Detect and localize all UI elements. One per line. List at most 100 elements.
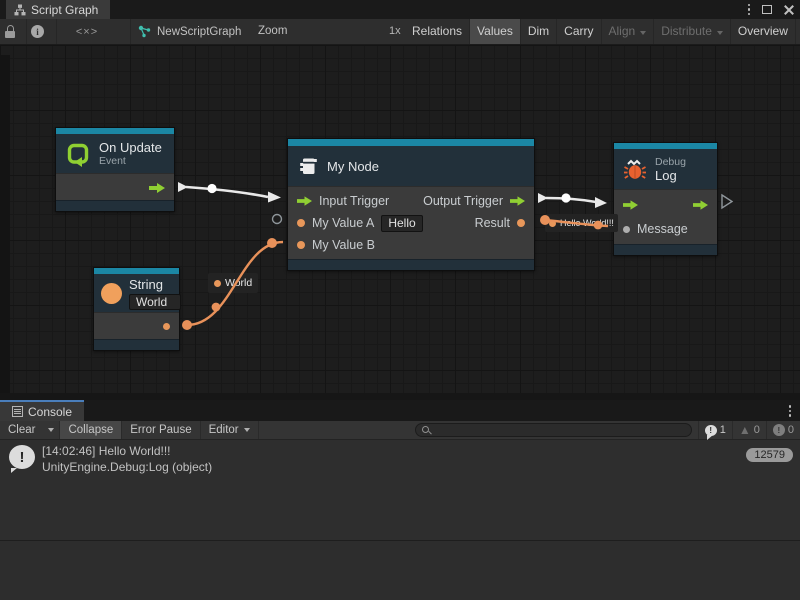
console-detail-pane <box>0 541 800 600</box>
console-search-input[interactable] <box>415 423 692 437</box>
window-menu-icon[interactable] <box>748 4 751 16</box>
node-subtitle: Event <box>99 155 162 167</box>
zoom-value: 1x <box>389 19 401 44</box>
port-label: My Value A <box>312 216 374 230</box>
warning-icon: ▲ <box>739 424 751 436</box>
tab-script-graph[interactable]: Script Graph <box>6 0 110 19</box>
info-icon[interactable]: i <box>31 25 44 38</box>
console-log-list: ! [14:02:46] Hello World!!! UnityEngine.… <box>0 440 800 540</box>
chevron-down-icon <box>717 31 723 35</box>
log-collapse-count: 12579 <box>746 448 793 462</box>
value-a-field[interactable]: Hello <box>381 215 422 232</box>
console-tab-bar: Console <box>0 400 800 421</box>
fullscreen-button[interactable]: Full S <box>796 19 800 44</box>
code-view-toggle[interactable] <box>62 19 112 44</box>
node-my-node[interactable]: My Node Input Trigger Output Trigger My … <box>287 138 535 271</box>
wire-value: Hello World!!! <box>560 218 614 228</box>
value-input-port[interactable] <box>623 226 630 233</box>
graph-toolbar: i NewScriptGraph Zoom 1x Relations Value… <box>0 19 800 45</box>
trigger-input-port[interactable] <box>297 196 312 206</box>
graph-reference[interactable]: NewScriptGraph <box>138 19 241 44</box>
collapse-button[interactable]: Collapse <box>60 421 122 439</box>
clear-button[interactable]: Clear <box>0 421 43 439</box>
clear-dropdown-button[interactable] <box>43 421 60 439</box>
log-entry-text: [14:02:46] Hello World!!! UnityEngine.De… <box>42 443 212 475</box>
window-tab-bar: Script Graph <box>0 0 800 19</box>
string-type-icon <box>101 283 122 304</box>
log-message: [14:02:46] Hello World!!! <box>42 443 212 459</box>
canvas-edge-strip <box>0 55 10 393</box>
error-count-badge[interactable]: ! 0 <box>766 421 800 439</box>
window-controls <box>748 0 795 19</box>
wire-value: World <box>225 277 252 289</box>
search-icon <box>422 426 431 435</box>
graph-hierarchy-icon <box>14 4 26 16</box>
value-input-port[interactable] <box>297 241 305 249</box>
tab-label: Console <box>28 405 72 419</box>
string-value-field[interactable]: World <box>129 294 181 310</box>
node-on-update[interactable]: On Update Event <box>55 127 175 212</box>
custom-node-icon <box>297 155 319 177</box>
node-string-literal[interactable]: String World <box>93 267 180 351</box>
maximize-icon[interactable] <box>762 5 772 14</box>
values-button[interactable]: Values <box>470 19 521 44</box>
wire-value-bubble: World <box>208 273 258 293</box>
warning-count-badge[interactable]: ▲ 0 <box>732 421 766 439</box>
graph-canvas[interactable]: On Update Event My Node <box>0 45 800 400</box>
log-stacktrace: UnityEngine.Debug:Log (object) <box>42 459 212 475</box>
port-label: My Value B <box>312 238 375 252</box>
value-output-port[interactable] <box>163 323 170 330</box>
editor-dropdown[interactable]: Editor <box>201 421 259 439</box>
port-label: Result <box>475 216 510 230</box>
node-category: Debug <box>655 156 686 168</box>
value-output-port[interactable] <box>517 219 525 227</box>
log-entry-row[interactable]: ! [14:02:46] Hello World!!! UnityEngine.… <box>0 440 800 477</box>
value-input-port[interactable] <box>297 219 305 227</box>
console-panel: Console Clear Collapse Error Pause Edito… <box>0 400 800 600</box>
carry-button[interactable]: Carry <box>557 19 601 44</box>
tab-label: Script Graph <box>31 3 98 17</box>
zoom-label: Zoom <box>258 19 287 44</box>
panel-menu-icon[interactable] <box>789 405 792 417</box>
trigger-output-port[interactable] <box>693 200 708 210</box>
value-dot-icon <box>549 220 556 227</box>
console-toolbar: Clear Collapse Error Pause Editor ! 1 ▲ … <box>0 421 800 440</box>
dim-button[interactable]: Dim <box>521 19 557 44</box>
trigger-input-port[interactable] <box>623 200 638 210</box>
node-debug-log[interactable]: Debug Log Message <box>613 142 718 256</box>
port-label: Message <box>637 222 688 236</box>
close-icon[interactable] <box>784 5 794 15</box>
node-footer <box>288 259 534 270</box>
node-footer <box>614 244 717 255</box>
trigger-output-port[interactable] <box>510 196 525 206</box>
lock-icon[interactable] <box>5 25 15 38</box>
node-title: String <box>129 277 181 292</box>
value-dot-icon <box>214 280 221 287</box>
node-title: My Node <box>327 159 379 174</box>
chevron-down-icon <box>244 428 250 432</box>
relations-button[interactable]: Relations <box>405 19 470 44</box>
log-info-icon: ! <box>9 445 35 469</box>
graph-name: NewScriptGraph <box>157 26 241 38</box>
console-count-badges: ! 1 ▲ 0 ! 0 <box>698 421 800 439</box>
distribute-button[interactable]: Distribute <box>654 19 731 44</box>
overview-button[interactable]: Overview <box>731 19 796 44</box>
tab-console[interactable]: Console <box>0 400 84 421</box>
port-label: Output Trigger <box>423 194 503 208</box>
error-pause-button[interactable]: Error Pause <box>122 421 200 439</box>
graph-asset-icon <box>138 25 151 38</box>
node-accent-bar <box>288 139 534 146</box>
update-loop-icon <box>65 141 91 167</box>
info-bubble-icon: ! <box>705 425 717 436</box>
node-footer <box>56 200 174 211</box>
port-label: Input Trigger <box>319 194 389 208</box>
node-title: Log <box>655 168 686 183</box>
align-button[interactable]: Align <box>602 19 655 44</box>
info-count-badge[interactable]: ! 1 <box>698 421 732 439</box>
graph-toolbar-buttons: Relations Values Dim Carry Align Distrib… <box>405 19 800 44</box>
trigger-output-port[interactable] <box>149 183 165 193</box>
debug-bug-icon <box>623 157 647 181</box>
chevron-down-icon <box>640 31 646 35</box>
chevron-down-icon <box>48 428 54 432</box>
canvas-edge-strip <box>0 393 800 400</box>
